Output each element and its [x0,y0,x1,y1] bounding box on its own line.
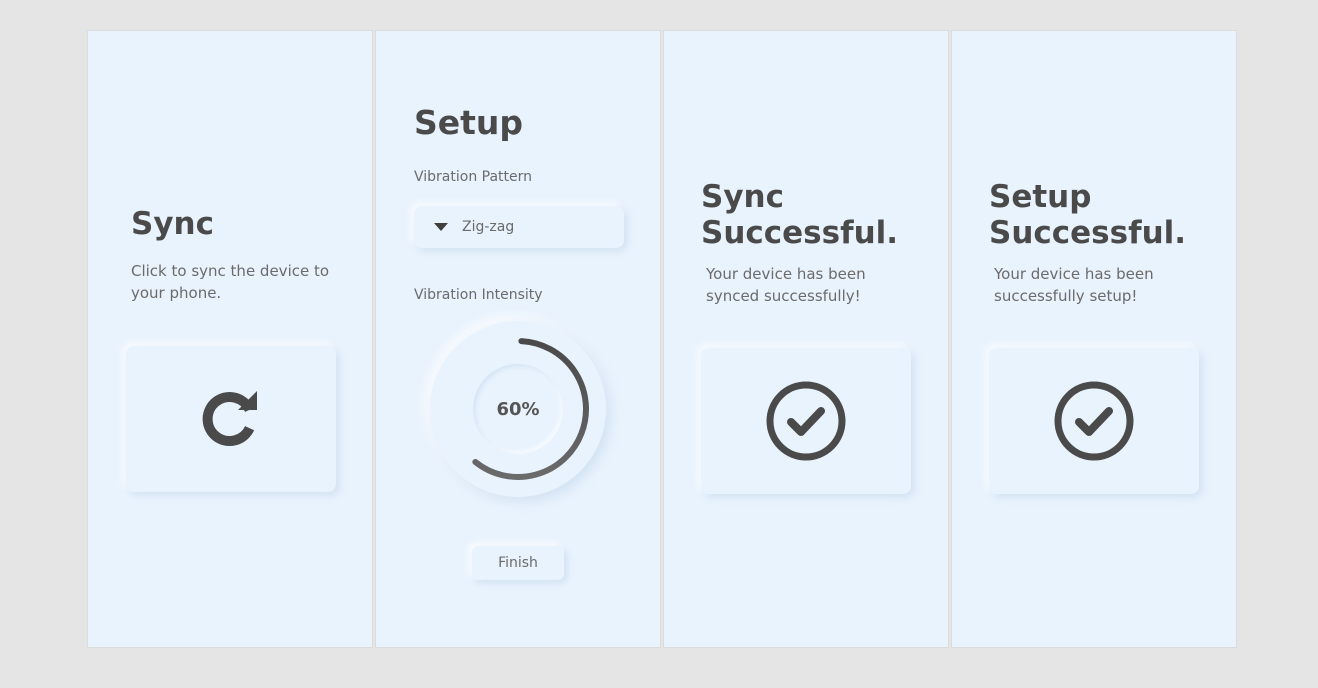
intensity-center: 60% [473,364,563,454]
setup-title: Setup [414,103,524,142]
vibration-pattern-label: Vibration Pattern [414,169,533,185]
setup-success-title-line1: Setup [989,179,1092,215]
caret-down-icon [434,223,448,231]
vibration-intensity-label: Vibration Intensity [414,287,543,303]
setup-panel: Setup Vibration Pattern Zig-zag Vibratio… [375,30,661,648]
setup-success-description: Your device has been successfully setup! [994,265,1154,305]
refresh-icon [196,384,266,454]
sync-success-card [701,348,911,494]
finish-button[interactable]: Finish [472,546,564,580]
vibration-pattern-dropdown[interactable]: Zig-zag [414,206,624,248]
sync-button[interactable] [126,346,336,492]
vibration-pattern-value: Zig-zag [462,219,515,235]
sync-success-title-line1: Sync [701,179,784,215]
sync-description: Click to sync the device to your phone. [131,262,330,302]
sync-success-panel: Sync Successful. Your device has been sy… [663,30,949,648]
setup-success-panel: Setup Successful. Your device has been s… [951,30,1237,648]
check-circle-icon [1052,379,1136,463]
sync-panel: Sync Click to sync the device to your ph… [87,30,373,648]
vibration-intensity-knob[interactable]: 60% [430,321,606,497]
sync-success-description: Your device has been synced successfully… [706,265,866,305]
check-circle-icon [764,379,848,463]
setup-success-card [989,348,1199,494]
sync-title: Sync [131,206,214,242]
sync-success-title-line2: Successful. [701,215,899,251]
intensity-value: 60% [496,398,540,420]
setup-success-title-line2: Successful. [989,215,1187,251]
